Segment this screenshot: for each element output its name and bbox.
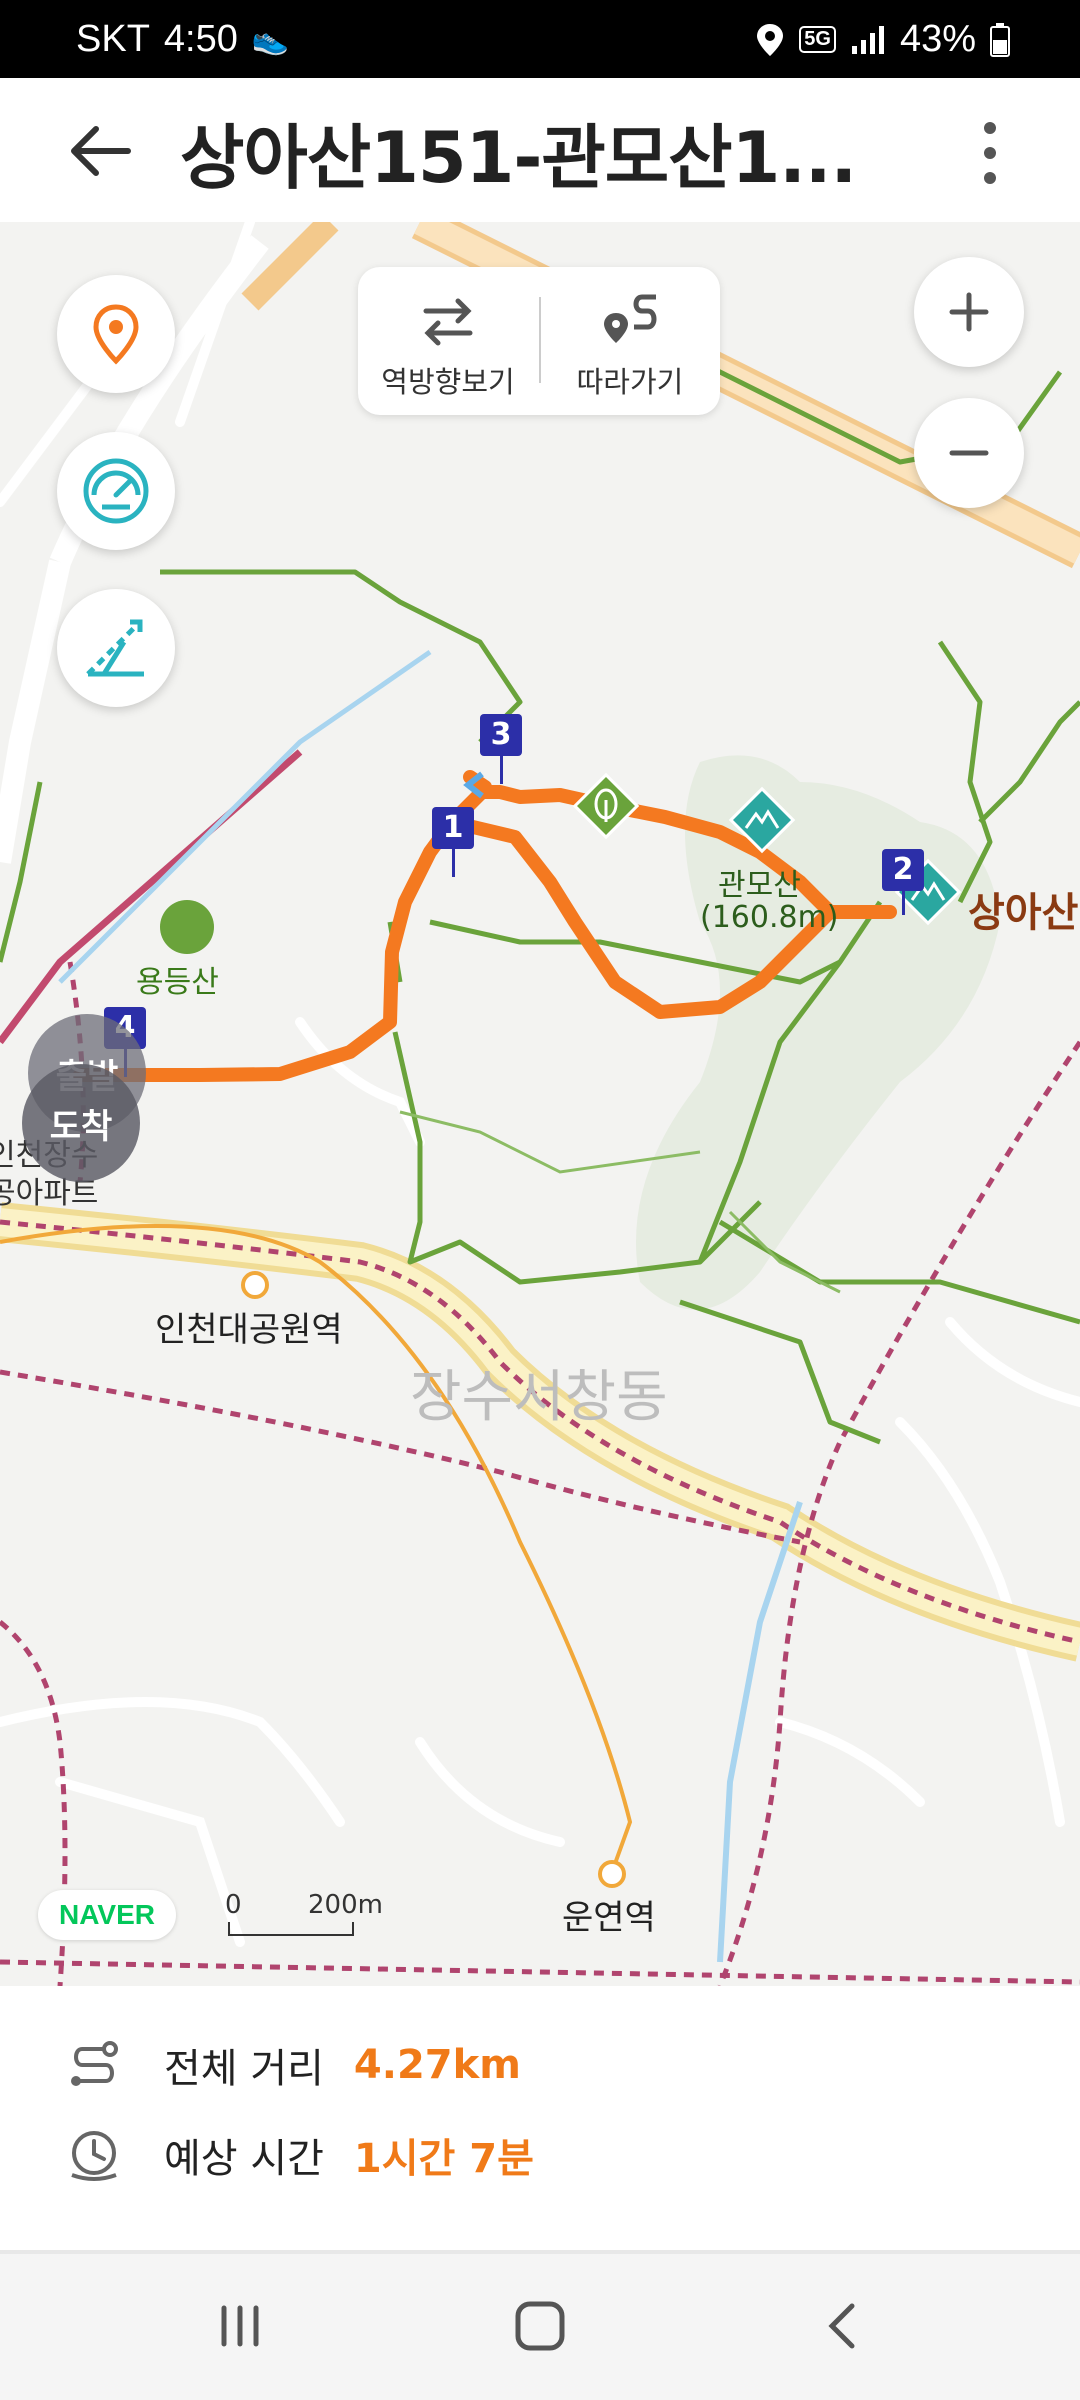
back-arrow-icon[interactable] (66, 116, 136, 186)
hiking-notification-icon: 👟 (251, 23, 290, 56)
label-station-park: 인천대공원역 (155, 1310, 343, 1350)
label-yongdeungsan: 용등산 (136, 965, 219, 1000)
location-icon (757, 23, 784, 56)
end-marker[interactable]: 도착 (22, 1064, 140, 1182)
location-pin-icon (93, 304, 139, 365)
distance-value: 4.27km (353, 2042, 521, 2088)
battery-icon (990, 22, 1010, 57)
waypoint-1[interactable]: 1 (432, 807, 474, 849)
swap-arrows-icon (423, 298, 473, 346)
speedometer-button[interactable] (57, 432, 175, 550)
zoom-out-button[interactable] (914, 398, 1024, 508)
signal-icon (851, 25, 884, 54)
battery-percent: 43% (899, 18, 976, 60)
reverse-direction-label: 역방향보기 (381, 365, 515, 399)
distance-row: 전체 거리 4.27km (66, 2036, 521, 2094)
status-bar: SKT 4:50 👟 5G 43% (0, 0, 1080, 78)
more-options-icon[interactable] (970, 118, 1010, 188)
scale-bar (228, 1922, 354, 1936)
time-value: 1시간 7분 (353, 2136, 534, 2182)
distance-label: 전체 거리 (164, 2046, 324, 2092)
mountain-icon (160, 900, 214, 954)
system-nav-bar (0, 2254, 1080, 2400)
gwanmosan-peak-icon[interactable] (726, 784, 798, 856)
slope-icon (86, 619, 144, 677)
my-location-button[interactable] (57, 275, 175, 393)
plus-icon (949, 292, 989, 332)
forest-marker-icon[interactable] (570, 770, 642, 842)
route-info-panel: 전체 거리 4.27km 예상 시간 1시간 7분 (0, 1986, 1080, 2250)
reverse-direction-button[interactable]: 역방향보기 (358, 267, 538, 415)
label-district: 장수서창동 (410, 1365, 668, 1430)
waypoint-1-pole (452, 849, 455, 877)
label-gwanmosan: 관모산 (718, 868, 801, 903)
zoom-in-button[interactable] (914, 257, 1024, 367)
elevation-button[interactable] (57, 589, 175, 707)
time-row: 예상 시간 1시간 7분 (66, 2126, 534, 2184)
clock: 4:50 (163, 18, 238, 60)
page-title: 상아산151-관모산1... (180, 117, 857, 199)
back-nav-icon[interactable] (814, 2296, 874, 2356)
follow-route-label: 따라가기 (576, 365, 684, 399)
scale-zero-label: 0 (225, 1890, 242, 1920)
route-distance-icon (71, 2041, 118, 2086)
minus-icon (949, 450, 989, 456)
carrier: SKT (76, 18, 150, 60)
waypoint-2-pole (902, 891, 905, 915)
speedometer-icon (83, 458, 149, 524)
home-icon[interactable] (510, 2296, 570, 2356)
scale-value-label: 200m (308, 1890, 383, 1920)
label-sangasan: 상아산 (968, 890, 1079, 936)
label-gwanmosan-elevation: (160.8m) (700, 900, 839, 935)
map-view[interactable]: 용등산 관모산 (160.8m) 상아산 인천장수 공아파트 인천대공원역 장수… (0, 222, 1080, 1986)
clock-icon (71, 2131, 117, 2181)
waypoint-3-pole (500, 756, 503, 784)
route-direction-icon (463, 771, 484, 799)
follow-route-icon (604, 294, 657, 343)
naver-logo: NAVER (38, 1890, 176, 1940)
time-label: 예상 시간 (164, 2136, 324, 2182)
label-station-unyeon: 운연역 (562, 1898, 656, 1938)
waypoint-3[interactable]: 3 (480, 714, 522, 756)
waypoint-2[interactable]: 2 (882, 849, 924, 891)
recent-apps-icon[interactable] (210, 2296, 270, 2356)
network-badge: 5G (799, 26, 836, 53)
route-toolbox: 역방향보기 따라가기 (358, 267, 720, 415)
follow-route-button[interactable]: 따라가기 (540, 267, 720, 415)
app-bar: 상아산151-관모산1... (0, 78, 1080, 222)
